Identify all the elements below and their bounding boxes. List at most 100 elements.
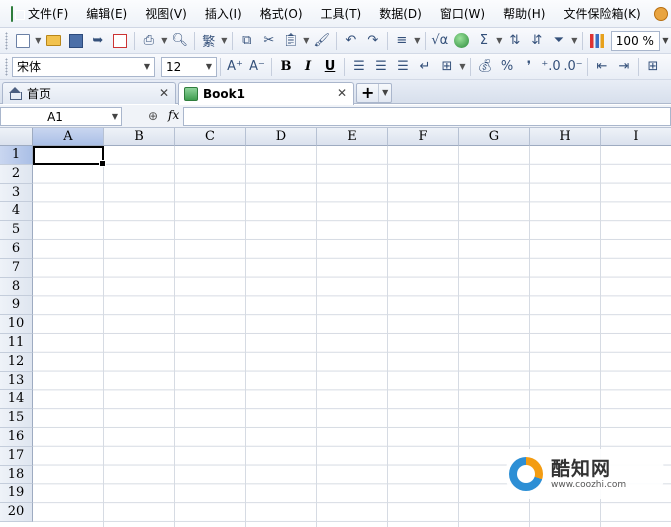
- row-header[interactable]: 20: [0, 503, 33, 522]
- menu-tools[interactable]: 工具(T): [312, 0, 371, 28]
- formula-input[interactable]: [183, 107, 671, 126]
- row-header[interactable]: 1: [0, 146, 33, 165]
- select-all-corner[interactable]: [0, 128, 33, 146]
- font-name-select[interactable]: 宋体 ▼: [12, 56, 155, 77]
- bold-button[interactable]: B: [275, 56, 297, 78]
- menu-file[interactable]: 文件(F): [19, 0, 77, 28]
- save-button[interactable]: [65, 30, 87, 52]
- row-header[interactable]: 16: [0, 428, 33, 447]
- font-size-select[interactable]: 12 ▼: [161, 56, 217, 77]
- undo-button[interactable]: ↶: [340, 30, 362, 52]
- active-cell[interactable]: [33, 146, 106, 167]
- menu-insert[interactable]: 插入(I): [196, 0, 251, 28]
- new-button[interactable]: [12, 30, 34, 52]
- italic-button[interactable]: I: [297, 56, 319, 78]
- chevron-down-icon[interactable]: ▼: [378, 84, 391, 102]
- cut-button[interactable]: ✂: [258, 30, 280, 52]
- row-header[interactable]: 5: [0, 221, 33, 240]
- insert-function-button[interactable]: √α: [429, 30, 451, 52]
- row-header[interactable]: 3: [0, 183, 33, 203]
- hyperlink-button[interactable]: [451, 30, 473, 52]
- column-header[interactable]: B: [104, 128, 175, 146]
- filter-dropdown[interactable]: ▼: [570, 30, 579, 52]
- toolbar-grip[interactable]: [5, 31, 8, 50]
- tab-book1[interactable]: Book1 ✕: [178, 82, 354, 105]
- paste-button[interactable]: 📋︎: [280, 30, 302, 52]
- close-icon[interactable]: ✕: [159, 86, 169, 100]
- menu-data[interactable]: 数据(D): [370, 0, 431, 28]
- increase-font-button[interactable]: A⁺: [224, 56, 246, 78]
- merge-dropdown[interactable]: ▼: [458, 56, 467, 78]
- menu-help[interactable]: 帮助(H): [494, 0, 554, 28]
- redo-button[interactable]: ↷: [362, 30, 384, 52]
- wrap-text-button[interactable]: ↵: [414, 56, 436, 78]
- name-box[interactable]: A1 ▼: [0, 107, 122, 126]
- filter-button[interactable]: ⏷: [548, 30, 570, 52]
- sort-ascending-button[interactable]: ⇅: [504, 30, 526, 52]
- format-painter-button[interactable]: 🖌︎: [311, 30, 333, 52]
- column-header[interactable]: G: [459, 128, 530, 146]
- row-header[interactable]: 9: [0, 296, 33, 316]
- underline-button[interactable]: U: [319, 56, 341, 78]
- new-dropdown[interactable]: ▼: [34, 30, 43, 52]
- row-header[interactable]: 19: [0, 484, 33, 504]
- autosum-dropdown[interactable]: ▼: [495, 30, 504, 52]
- print-preview-button[interactable]: 🔍︎: [169, 30, 191, 52]
- chevron-down-icon[interactable]: ▼: [109, 112, 121, 121]
- row-header[interactable]: 4: [0, 202, 33, 222]
- zoom-input[interactable]: 100 %: [610, 30, 660, 51]
- row-header[interactable]: 12: [0, 352, 33, 372]
- open-button[interactable]: [43, 30, 65, 52]
- column-header[interactable]: I: [601, 128, 671, 146]
- paste-dropdown[interactable]: ▼: [302, 30, 311, 52]
- app-logo-icon[interactable]: [11, 5, 25, 22]
- row-header[interactable]: 13: [0, 371, 33, 391]
- row-header[interactable]: 8: [0, 277, 33, 297]
- increase-indent-button[interactable]: ⇥: [613, 56, 635, 78]
- menu-edit[interactable]: 编辑(E): [77, 0, 136, 28]
- column-header[interactable]: D: [246, 128, 317, 146]
- decrease-font-button[interactable]: A⁻: [246, 56, 268, 78]
- print-dropdown[interactable]: ▼: [160, 30, 169, 52]
- zoom-formula-icon[interactable]: ⊕: [148, 109, 158, 123]
- row-header[interactable]: 10: [0, 315, 33, 334]
- column-header[interactable]: A: [33, 128, 104, 146]
- insert-function-icon[interactable]: fx: [168, 108, 179, 122]
- new-tab-button[interactable]: + ▼: [356, 83, 392, 103]
- row-header[interactable]: 15: [0, 409, 33, 428]
- close-icon[interactable]: ✕: [337, 86, 347, 100]
- row-column-button[interactable]: ≡: [391, 30, 413, 52]
- decrease-indent-button[interactable]: ⇤: [591, 56, 613, 78]
- currency-button[interactable]: 💰︎: [474, 56, 496, 78]
- print-button[interactable]: ⎙: [138, 30, 160, 52]
- column-header[interactable]: H: [530, 128, 601, 146]
- align-right-button[interactable]: ☰: [392, 56, 414, 78]
- copy-button[interactable]: ⧉: [236, 30, 258, 52]
- traditional-dropdown[interactable]: ▼: [220, 30, 229, 52]
- align-left-button[interactable]: ☰: [348, 56, 370, 78]
- borders-button[interactable]: ⊞: [642, 56, 664, 78]
- pdf-button[interactable]: [109, 30, 131, 52]
- menu-file-safe[interactable]: 文件保险箱(K): [554, 0, 649, 28]
- align-center-button[interactable]: ☰: [370, 56, 392, 78]
- toolbar-grip[interactable]: [5, 57, 8, 76]
- tab-home[interactable]: 首页 ✕: [2, 82, 176, 104]
- chart-button[interactable]: [586, 30, 608, 52]
- menu-view[interactable]: 视图(V): [136, 0, 196, 28]
- menu-feedback[interactable]: 反馈: [650, 0, 671, 28]
- row-header[interactable]: 7: [0, 258, 33, 278]
- menu-window[interactable]: 窗口(W): [431, 0, 494, 28]
- comma-style-button[interactable]: ❜: [518, 56, 540, 78]
- merge-center-button[interactable]: ⊞: [436, 56, 458, 78]
- row-header[interactable]: 6: [0, 240, 33, 259]
- column-header[interactable]: C: [175, 128, 246, 146]
- menu-format[interactable]: 格式(O): [251, 0, 312, 28]
- decrease-decimal-button[interactable]: .0⁻: [562, 56, 584, 78]
- percent-button[interactable]: %: [496, 56, 518, 78]
- autosum-button[interactable]: Σ: [473, 30, 495, 52]
- row-header[interactable]: 2: [0, 164, 33, 184]
- row-header[interactable]: 11: [0, 334, 33, 353]
- row-header[interactable]: 18: [0, 465, 33, 485]
- column-header[interactable]: F: [388, 128, 459, 146]
- row-header[interactable]: 17: [0, 446, 33, 466]
